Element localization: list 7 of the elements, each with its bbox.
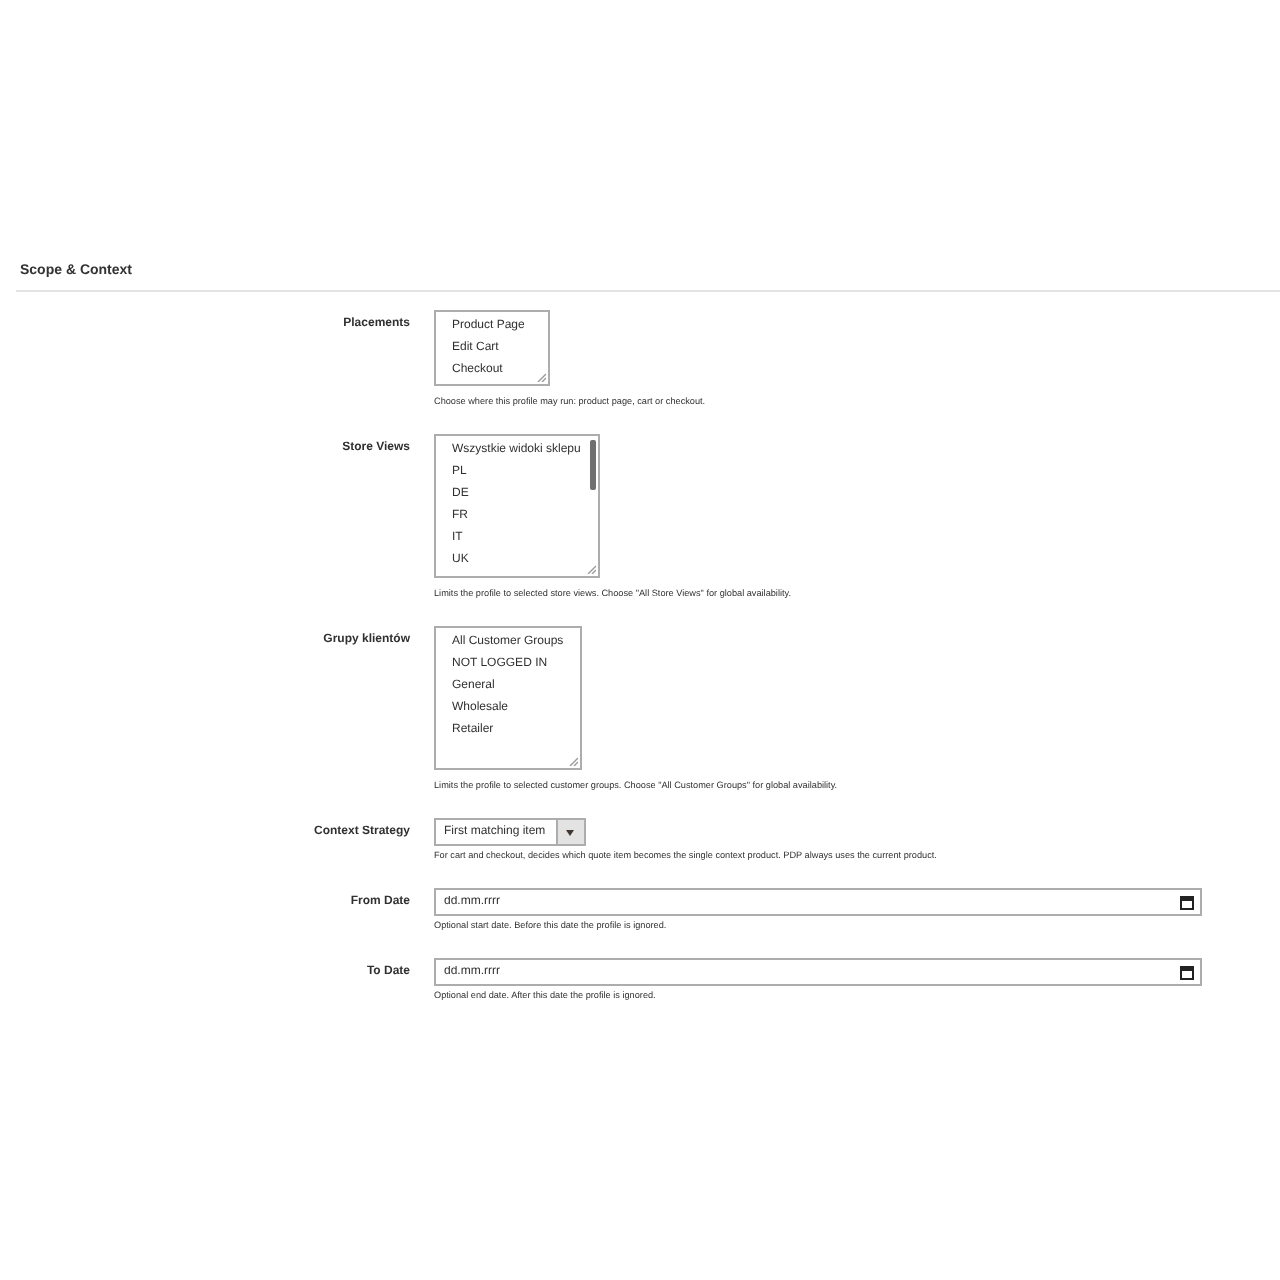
calendar-icon bbox=[1180, 965, 1194, 979]
resize-grip-icon bbox=[536, 372, 546, 382]
resize-grip-icon bbox=[567, 756, 578, 766]
calendar-icon bbox=[1180, 895, 1194, 909]
caret-icon bbox=[555, 820, 584, 844]
resize-grip-icon bbox=[586, 564, 597, 574]
scrollbar-thumb[interactable] bbox=[590, 440, 596, 490]
